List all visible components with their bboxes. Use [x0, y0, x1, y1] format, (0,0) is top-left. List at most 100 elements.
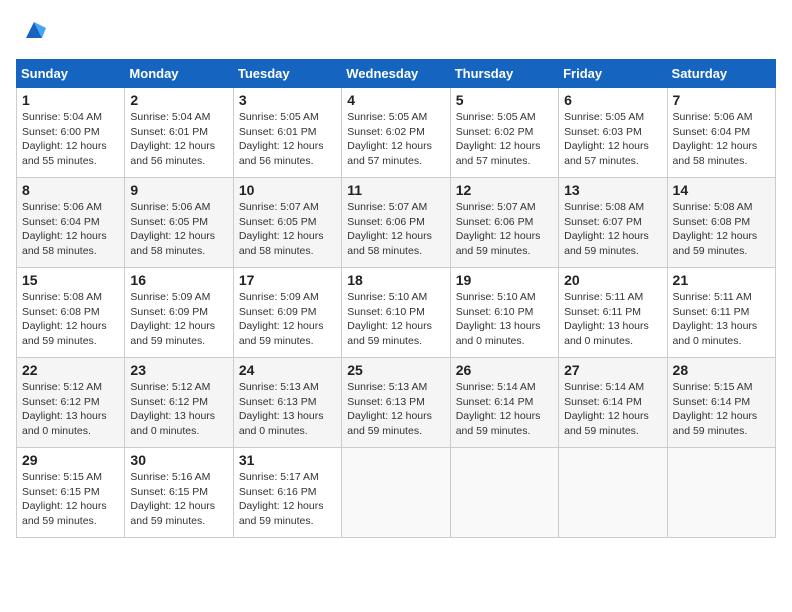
- calendar-day-cell: 3 Sunrise: 5:05 AMSunset: 6:01 PMDaylight…: [233, 88, 341, 178]
- calendar-day-cell: 10 Sunrise: 5:07 AMSunset: 6:05 PMDayligh…: [233, 178, 341, 268]
- calendar-day-cell: 30 Sunrise: 5:16 AMSunset: 6:15 PMDayligh…: [125, 448, 233, 538]
- calendar-header-wednesday: Wednesday: [342, 60, 450, 88]
- day-number: 14: [673, 182, 770, 198]
- day-number: 9: [130, 182, 227, 198]
- calendar-day-cell: 24 Sunrise: 5:13 AMSunset: 6:13 PMDayligh…: [233, 358, 341, 448]
- day-number: 26: [456, 362, 553, 378]
- calendar-day-cell: [450, 448, 558, 538]
- calendar-day-cell: 1 Sunrise: 5:04 AMSunset: 6:00 PMDaylight…: [17, 88, 125, 178]
- day-number: 27: [564, 362, 661, 378]
- calendar-day-cell: 26Sunrise: 5:14 AMSunset: 6:14 PMDayligh…: [450, 358, 558, 448]
- day-number: 8: [22, 182, 119, 198]
- day-info: Sunrise: 5:06 AMSunset: 6:05 PMDaylight:…: [130, 200, 227, 259]
- calendar-day-cell: [342, 448, 450, 538]
- calendar-day-cell: 12 Sunrise: 5:07 AMSunset: 6:06 PMDayligh…: [450, 178, 558, 268]
- calendar-day-cell: 29 Sunrise: 5:15 AMSunset: 6:15 PMDayligh…: [17, 448, 125, 538]
- day-info: Sunrise: 5:13 AMSunset: 6:13 PMDaylight:…: [239, 380, 336, 439]
- day-info: Sunrise: 5:12 AMSunset: 6:12 PMDaylight:…: [130, 380, 227, 439]
- calendar-week-row: 8 Sunrise: 5:06 AMSunset: 6:04 PMDaylight…: [17, 178, 776, 268]
- day-info: Sunrise: 5:05 AMSunset: 6:02 PMDaylight:…: [456, 110, 553, 169]
- calendar-day-cell: [667, 448, 775, 538]
- calendar-header-saturday: Saturday: [667, 60, 775, 88]
- day-info: Sunrise: 5:15 AMSunset: 6:15 PMDaylight:…: [22, 470, 119, 529]
- day-number: 4: [347, 92, 444, 108]
- day-number: 10: [239, 182, 336, 198]
- calendar-day-cell: 15 Sunrise: 5:08 AMSunset: 6:08 PMDayligh…: [17, 268, 125, 358]
- calendar-header-thursday: Thursday: [450, 60, 558, 88]
- day-info: Sunrise: 5:05 AMSunset: 6:01 PMDaylight:…: [239, 110, 336, 169]
- day-number: 30: [130, 452, 227, 468]
- calendar-day-cell: 8 Sunrise: 5:06 AMSunset: 6:04 PMDaylight…: [17, 178, 125, 268]
- day-info: Sunrise: 5:06 AMSunset: 6:04 PMDaylight:…: [22, 200, 119, 259]
- day-info: Sunrise: 5:07 AMSunset: 6:05 PMDaylight:…: [239, 200, 336, 259]
- calendar-day-cell: 21 Sunrise: 5:11 AMSunset: 6:11 PMDayligh…: [667, 268, 775, 358]
- day-info: Sunrise: 5:08 AMSunset: 6:07 PMDaylight:…: [564, 200, 661, 259]
- calendar-day-cell: 16 Sunrise: 5:09 AMSunset: 6:09 PMDayligh…: [125, 268, 233, 358]
- day-number: 15: [22, 272, 119, 288]
- day-number: 17: [239, 272, 336, 288]
- day-info: Sunrise: 5:10 AMSunset: 6:10 PMDaylight:…: [456, 290, 553, 349]
- day-info: Sunrise: 5:16 AMSunset: 6:15 PMDaylight:…: [130, 470, 227, 529]
- day-number: 7: [673, 92, 770, 108]
- calendar-day-cell: [559, 448, 667, 538]
- calendar-day-cell: 23 Sunrise: 5:12 AMSunset: 6:12 PMDayligh…: [125, 358, 233, 448]
- calendar-day-cell: 9 Sunrise: 5:06 AMSunset: 6:05 PMDaylight…: [125, 178, 233, 268]
- calendar-day-cell: 13 Sunrise: 5:08 AMSunset: 6:07 PMDayligh…: [559, 178, 667, 268]
- calendar-day-cell: 31 Sunrise: 5:17 AMSunset: 6:16 PMDayligh…: [233, 448, 341, 538]
- day-info: Sunrise: 5:05 AMSunset: 6:03 PMDaylight:…: [564, 110, 661, 169]
- calendar-day-cell: 27Sunrise: 5:14 AMSunset: 6:14 PMDayligh…: [559, 358, 667, 448]
- day-number: 1: [22, 92, 119, 108]
- day-number: 29: [22, 452, 119, 468]
- day-number: 18: [347, 272, 444, 288]
- calendar-week-row: 1 Sunrise: 5:04 AMSunset: 6:00 PMDaylight…: [17, 88, 776, 178]
- calendar-day-cell: 18 Sunrise: 5:10 AMSunset: 6:10 PMDayligh…: [342, 268, 450, 358]
- day-info: Sunrise: 5:05 AMSunset: 6:02 PMDaylight:…: [347, 110, 444, 169]
- day-info: Sunrise: 5:06 AMSunset: 6:04 PMDaylight:…: [673, 110, 770, 169]
- day-info: Sunrise: 5:08 AMSunset: 6:08 PMDaylight:…: [22, 290, 119, 349]
- day-info: Sunrise: 5:04 AMSunset: 6:00 PMDaylight:…: [22, 110, 119, 169]
- day-number: 22: [22, 362, 119, 378]
- day-number: 16: [130, 272, 227, 288]
- calendar-header-monday: Monday: [125, 60, 233, 88]
- calendar-day-cell: 4 Sunrise: 5:05 AMSunset: 6:02 PMDaylight…: [342, 88, 450, 178]
- page-header: [16, 16, 776, 49]
- calendar-day-cell: 19 Sunrise: 5:10 AMSunset: 6:10 PMDayligh…: [450, 268, 558, 358]
- calendar-day-cell: 14 Sunrise: 5:08 AMSunset: 6:08 PMDayligh…: [667, 178, 775, 268]
- calendar-day-cell: 20 Sunrise: 5:11 AMSunset: 6:11 PMDayligh…: [559, 268, 667, 358]
- calendar-day-cell: 17Sunrise: 5:09 AMSunset: 6:09 PMDayligh…: [233, 268, 341, 358]
- calendar-week-row: 29 Sunrise: 5:15 AMSunset: 6:15 PMDayligh…: [17, 448, 776, 538]
- day-number: 23: [130, 362, 227, 378]
- day-info: Sunrise: 5:17 AMSunset: 6:16 PMDaylight:…: [239, 470, 336, 529]
- day-number: 31: [239, 452, 336, 468]
- day-number: 6: [564, 92, 661, 108]
- day-number: 2: [130, 92, 227, 108]
- calendar-day-cell: 22 Sunrise: 5:12 AMSunset: 6:12 PMDayligh…: [17, 358, 125, 448]
- day-info: Sunrise: 5:15 AMSunset: 6:14 PMDaylight:…: [673, 380, 770, 439]
- calendar-day-cell: 28 Sunrise: 5:15 AMSunset: 6:14 PMDayligh…: [667, 358, 775, 448]
- day-info: Sunrise: 5:12 AMSunset: 6:12 PMDaylight:…: [22, 380, 119, 439]
- day-number: 28: [673, 362, 770, 378]
- day-number: 20: [564, 272, 661, 288]
- day-number: 11: [347, 182, 444, 198]
- day-number: 21: [673, 272, 770, 288]
- day-number: 3: [239, 92, 336, 108]
- day-number: 13: [564, 182, 661, 198]
- calendar-table: SundayMondayTuesdayWednesdayThursdayFrid…: [16, 59, 776, 538]
- day-info: Sunrise: 5:07 AMSunset: 6:06 PMDaylight:…: [347, 200, 444, 259]
- day-info: Sunrise: 5:10 AMSunset: 6:10 PMDaylight:…: [347, 290, 444, 349]
- day-number: 19: [456, 272, 553, 288]
- calendar-header-sunday: Sunday: [17, 60, 125, 88]
- logo-icon: [20, 16, 48, 44]
- day-number: 12: [456, 182, 553, 198]
- calendar-day-cell: 7 Sunrise: 5:06 AMSunset: 6:04 PMDaylight…: [667, 88, 775, 178]
- day-number: 24: [239, 362, 336, 378]
- day-info: Sunrise: 5:08 AMSunset: 6:08 PMDaylight:…: [673, 200, 770, 259]
- calendar-day-cell: 25Sunrise: 5:13 AMSunset: 6:13 PMDayligh…: [342, 358, 450, 448]
- day-info: Sunrise: 5:09 AMSunset: 6:09 PMDaylight:…: [130, 290, 227, 349]
- day-info: Sunrise: 5:11 AMSunset: 6:11 PMDaylight:…: [564, 290, 661, 349]
- calendar-week-row: 15 Sunrise: 5:08 AMSunset: 6:08 PMDayligh…: [17, 268, 776, 358]
- day-info: Sunrise: 5:07 AMSunset: 6:06 PMDaylight:…: [456, 200, 553, 259]
- day-info: Sunrise: 5:11 AMSunset: 6:11 PMDaylight:…: [673, 290, 770, 349]
- calendar-header-tuesday: Tuesday: [233, 60, 341, 88]
- calendar-day-cell: 5Sunrise: 5:05 AMSunset: 6:02 PMDaylight…: [450, 88, 558, 178]
